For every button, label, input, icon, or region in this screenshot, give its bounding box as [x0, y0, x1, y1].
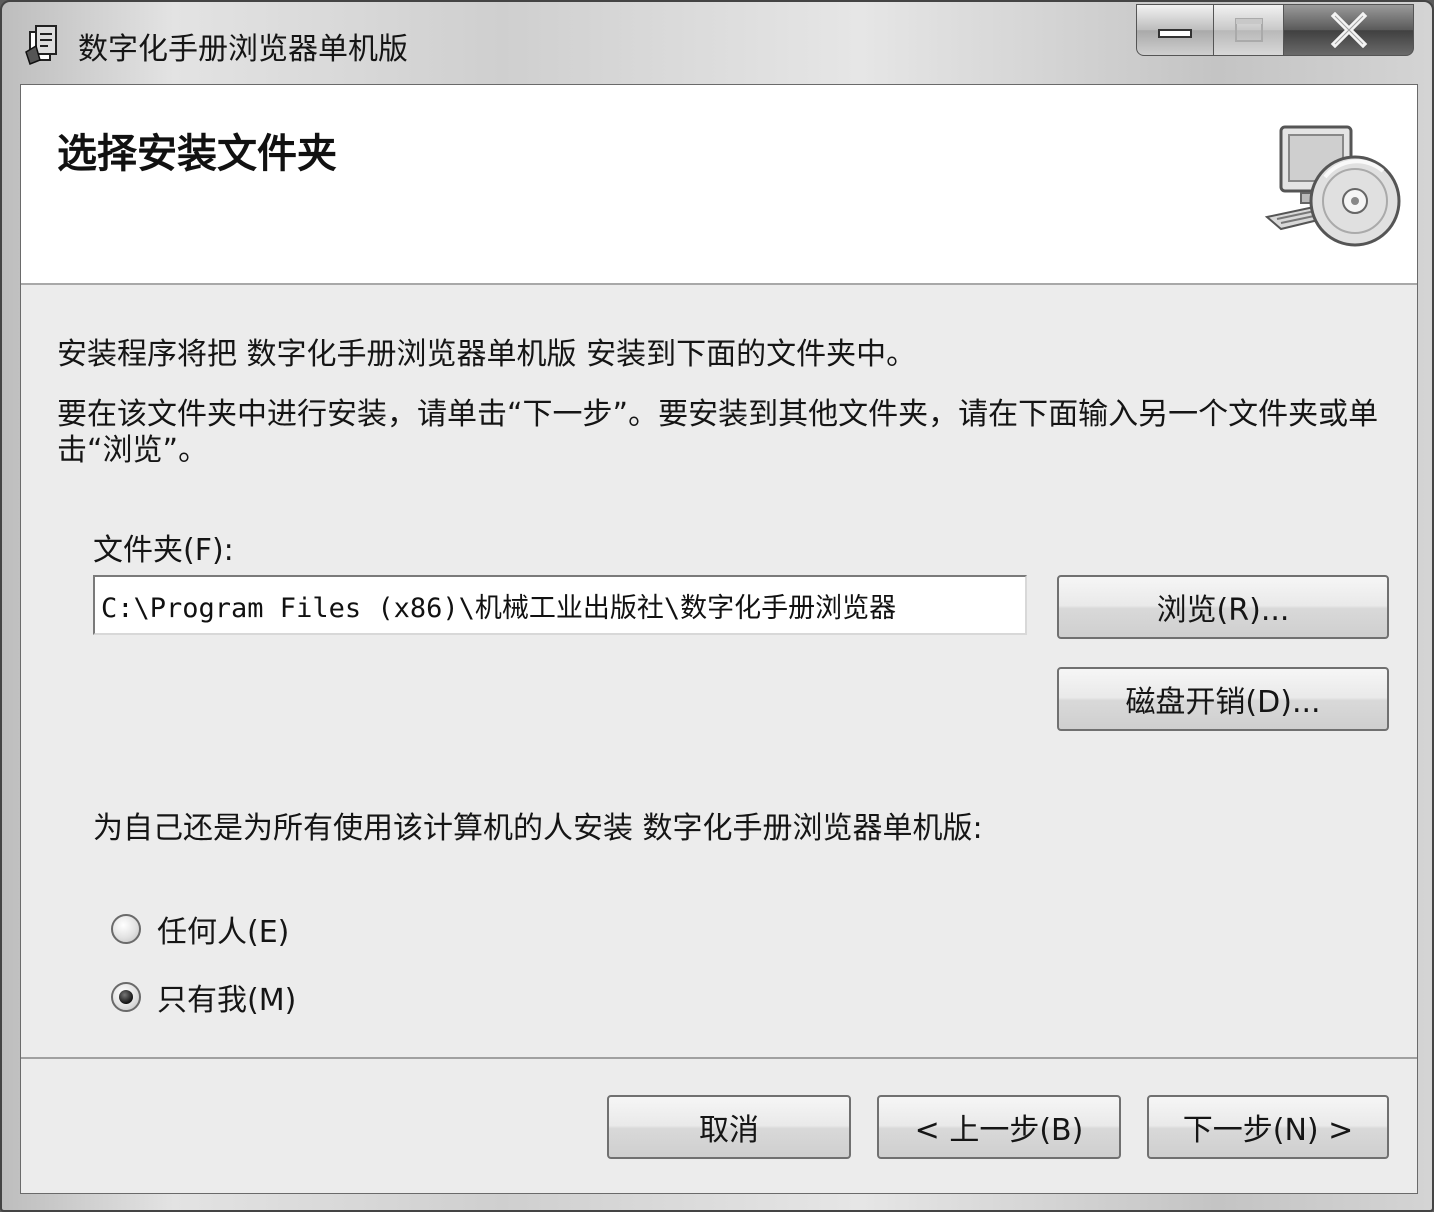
radio-just-me-circle[interactable]: [111, 982, 141, 1012]
header-banner: 选择安装文件夹: [21, 85, 1417, 285]
cancel-button[interactable]: 取消: [607, 1095, 851, 1159]
maximize-icon: [1234, 18, 1263, 42]
radio-everyone-circle[interactable]: [111, 914, 141, 944]
radio-everyone[interactable]: 任何人(E): [111, 907, 289, 951]
dialog-client-area: 选择安装文件夹 安装程序将把 数字化手册浏览器单机版 安装到下面的文件夹中。 要…: [20, 84, 1418, 1194]
disk-cost-button[interactable]: 磁盘开销(D)...: [1057, 667, 1389, 731]
intro-text: 安装程序将把 数字化手册浏览器单机版 安装到下面的文件夹中。: [57, 337, 917, 372]
caption-buttons: [1136, 4, 1414, 60]
radio-just-me[interactable]: 只有我(M): [111, 975, 296, 1019]
close-button[interactable]: [1284, 4, 1414, 56]
maximize-button[interactable]: [1214, 4, 1284, 56]
close-icon: [1330, 12, 1367, 48]
window-title: 数字化手册浏览器单机版: [78, 32, 408, 67]
back-button[interactable]: < 上一步(B): [877, 1095, 1121, 1159]
minimize-icon: [1158, 29, 1192, 38]
install-for-label: 为自己还是为所有使用该计算机的人安装 数字化手册浏览器单机版:: [93, 811, 983, 846]
radio-everyone-label: 任何人(E): [157, 915, 290, 950]
folder-label: 文件夹(F):: [93, 533, 234, 568]
installer-window: 数字化手册浏览器单机版 选择安装文件夹 安装程序将把 数字化手册浏览器单机版 安…: [0, 0, 1434, 1212]
title-bar: 数字化手册浏览器单机版: [2, 2, 1432, 82]
browse-button[interactable]: 浏览(R)...: [1057, 575, 1389, 639]
instruction-text: 要在该文件夹中进行安装，请单击“下一步”。要安装到其他文件夹，请在下面输入另一个…: [57, 397, 1379, 468]
computer-disc-icon: [1264, 125, 1401, 247]
footer-divider: [21, 1057, 1417, 1059]
radio-selected-dot: [119, 990, 133, 1004]
minimize-button[interactable]: [1136, 4, 1214, 56]
folder-path-input[interactable]: [93, 575, 1027, 635]
next-button[interactable]: 下一步(N) >: [1147, 1095, 1389, 1159]
radio-just-me-label: 只有我(M): [157, 983, 297, 1018]
app-icon: [25, 25, 57, 65]
page-title: 选择安装文件夹: [57, 130, 337, 177]
